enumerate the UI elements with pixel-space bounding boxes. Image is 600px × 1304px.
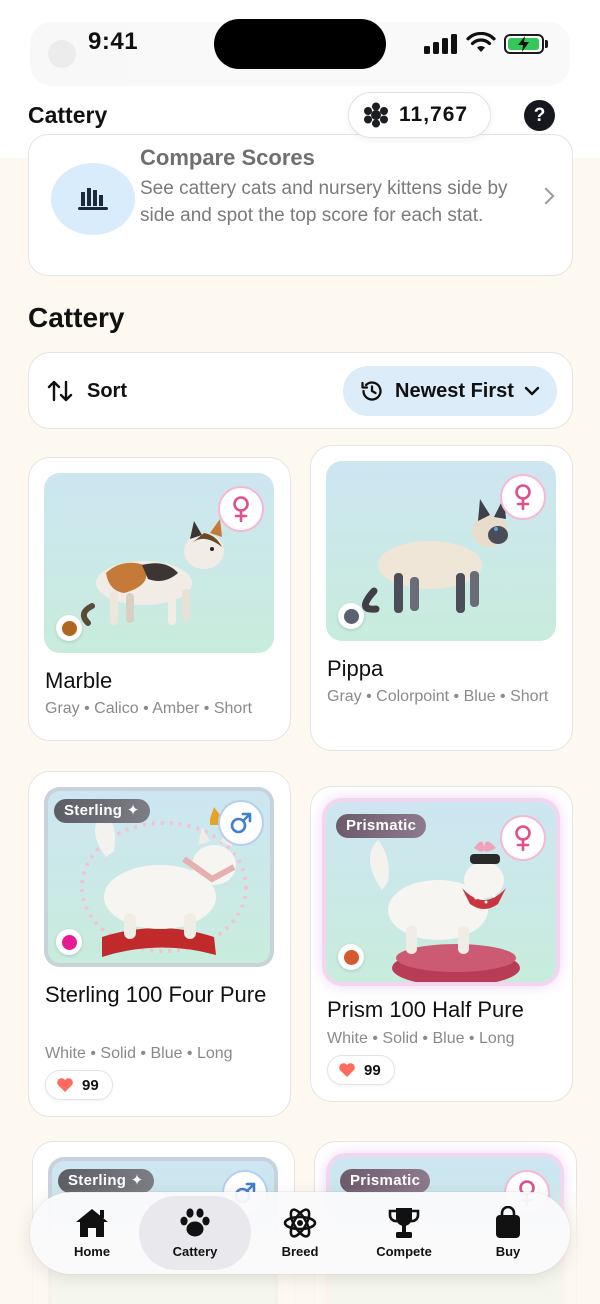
home-icon (76, 1209, 108, 1237)
score-chip: 99 (45, 1070, 113, 1100)
signal-bar (433, 42, 439, 54)
currency-value: 11,767 (399, 103, 469, 126)
cat-traits: Gray • Colorpoint • Blue • Short (327, 688, 549, 705)
signal-bar (451, 34, 457, 54)
tab-buy[interactable]: Buy (452, 1196, 564, 1270)
charging-bolt-icon (518, 36, 529, 52)
score-chip: 99 (327, 1055, 395, 1085)
sort-button[interactable]: Sort (47, 379, 127, 403)
cat-image (326, 461, 556, 641)
tab-label: Buy (495, 1244, 521, 1259)
paw-icon (180, 1208, 210, 1237)
cat-name: Marble (45, 668, 113, 693)
chevron-down-icon (524, 386, 540, 396)
tab-label: Breed (281, 1244, 319, 1259)
dynamic-island (214, 19, 386, 69)
eye-color-dot (338, 603, 364, 629)
cat-image (44, 473, 274, 653)
page-title: Cattery (28, 102, 108, 128)
cat-traits: White • Solid • Blue • Long (327, 1030, 515, 1047)
cat-card[interactable]: Sterling ✦ Sterling 100 Four Pure White … (28, 771, 291, 1117)
compare-scores-card[interactable]: Compare Scores See cattery cats and nurs… (28, 134, 573, 276)
eye-color-dot (56, 615, 82, 641)
section-title: Cattery (28, 302, 125, 333)
male-gender-badge (218, 800, 264, 846)
cat-card[interactable]: Marble Gray • Calico • Amber • Short (28, 457, 291, 741)
trophy-icon (388, 1208, 420, 1238)
female-gender-badge (500, 815, 546, 861)
tab-label: Compete (376, 1244, 432, 1259)
eye-color-dot (338, 944, 364, 970)
tab-label: Cattery (172, 1244, 218, 1259)
score-value: 99 (364, 1061, 381, 1079)
sort-label: Sort (87, 379, 127, 402)
help-button[interactable]: ? (524, 100, 555, 131)
paw-coin-icon (364, 102, 388, 128)
sterling-tier-badge: Sterling ✦ (54, 799, 150, 823)
cat-traits: White • Solid • Blue • Long (45, 1045, 233, 1062)
eye-color-dot (56, 929, 82, 955)
female-symbol-icon (233, 496, 249, 522)
female-gender-badge (500, 474, 546, 520)
bar-chart-icon (51, 163, 135, 235)
signal-bar (424, 46, 430, 54)
chevron-right-icon (537, 187, 555, 205)
male-symbol-icon (230, 812, 252, 834)
tab-label: Home (73, 1244, 111, 1259)
eye-color-swatch (61, 934, 77, 950)
battery-icon (504, 34, 548, 54)
tab-cattery[interactable]: Cattery (139, 1196, 251, 1270)
female-symbol-icon (515, 484, 531, 510)
currency-pill[interactable]: 11,767 (348, 92, 491, 138)
cat-name: Pippa (327, 656, 384, 681)
female-symbol-icon (515, 825, 531, 851)
eye-color-swatch (343, 949, 359, 965)
bottom-tab-bar: Home Cattery Breed Compete Buy (30, 1192, 570, 1274)
signal-bar (442, 38, 448, 54)
atom-icon (283, 1208, 317, 1238)
status-time: 9:41 (88, 28, 139, 55)
eye-color-swatch (61, 620, 77, 636)
cat-name: Sterling 100 Four Pure (45, 982, 267, 1007)
heart-icon (339, 1063, 355, 1077)
prismatic-tier-badge: Prismatic (336, 814, 427, 838)
sort-order-select[interactable]: Newest First (343, 366, 557, 416)
sort-bar: Sort Newest First (28, 352, 573, 429)
heart-icon (57, 1078, 73, 1092)
female-gender-badge (218, 486, 264, 532)
history-clock-icon (361, 381, 382, 401)
shopping-bag-icon (496, 1206, 520, 1238)
sort-arrows-icon (47, 380, 73, 402)
status-icons (424, 30, 554, 58)
cat-traits: Gray • Calico • Amber • Short (45, 700, 253, 717)
eye-color-swatch (343, 608, 359, 624)
sort-value: Newest First (395, 379, 514, 402)
tab-compete[interactable]: Compete (348, 1196, 460, 1270)
cat-card[interactable]: Prismatic Prism 100 Half Pure White • So… (310, 786, 573, 1102)
score-value: 99 (82, 1076, 99, 1094)
ghost-paw-icon (48, 40, 76, 68)
tab-breed[interactable]: Breed (244, 1196, 356, 1270)
compare-description: See cattery cats and nursery kittens sid… (140, 178, 508, 226)
compare-title: Compare Scores (140, 145, 315, 170)
tab-home[interactable]: Home (36, 1196, 148, 1270)
cat-image: Sterling ✦ (44, 787, 274, 967)
cat-name: Prism 100 Half Pure (327, 997, 524, 1022)
cat-card[interactable]: Pippa Gray • Colorpoint • Blue • Short (310, 445, 573, 751)
cat-image: Prismatic (326, 802, 556, 982)
wifi-icon (466, 32, 496, 52)
